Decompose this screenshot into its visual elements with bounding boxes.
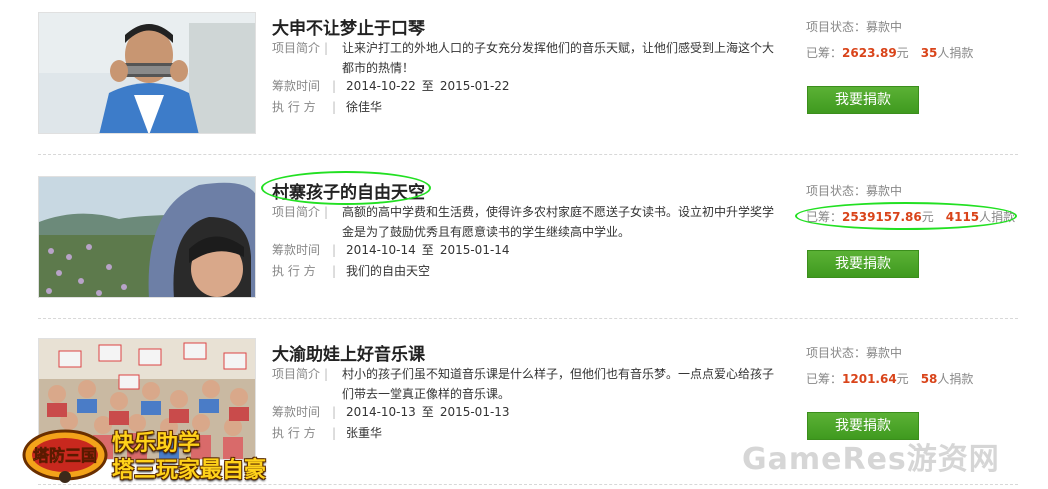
divider [38,484,1018,485]
donors-suffix: 人捐款 [937,46,974,60]
project-period-row: 筹款时间 | 2014-10-14 至 2015-01-14 [272,240,510,260]
game-logo-icon: 塔防三国 [22,425,108,483]
separator: | [332,79,337,93]
game-logo-text: 塔防三国 [33,446,97,465]
date-to: 至 [421,243,434,257]
raised-label: 已筹： [806,372,843,386]
currency-unit: 元 [921,210,934,224]
start-date: 2014-10-14 [346,243,416,257]
executor-name: 徐佳华 [346,100,383,114]
raised-amount: 2623.89 [842,46,897,60]
raised-label: 已筹： [806,46,843,60]
project-title[interactable]: 大渝助娃上好音乐课 [272,340,425,365]
intro-label: 项目简介 [272,367,321,381]
project-executor-row: 执 行 方 | 徐佳华 [272,97,382,117]
raised-amount: 1201.64 [842,372,897,386]
donate-button[interactable]: 我要捐款 [807,250,919,278]
project-thumbnail[interactable] [38,12,256,134]
executor-label: 执 行 方 [272,264,316,278]
period-label: 筹款时间 [272,79,321,93]
separator: | [332,100,337,114]
donors-suffix: 人捐款 [979,210,1016,224]
donors-suffix: 人捐款 [937,372,974,386]
start-date: 2014-10-22 [346,79,416,93]
intro-text: 村小的孩子们虽不知道音乐课是什么样子，但他们也有音乐梦。一点点爱心给孩子们带去一… [342,367,775,401]
donor-count: 58 [920,372,938,386]
divider [38,318,1018,319]
project-thumbnail[interactable] [38,176,256,298]
status-value: 募款中 [866,346,903,360]
status-label: 项目状态： [806,184,867,198]
executor-label: 执 行 方 [272,100,316,114]
end-date: 2015-01-13 [439,405,510,419]
end-date: 2015-01-14 [439,243,510,257]
raised-label: 已筹： [806,210,843,224]
separator: | [332,405,337,419]
separator: | [324,205,329,219]
raised-amount: 2539157.86 [842,210,922,224]
executor-label: 执 行 方 [272,426,316,440]
currency-unit: 元 [896,372,909,386]
executor-name: 张重华 [346,426,383,440]
end-date: 2015-01-22 [439,79,510,93]
project-status: 项目状态：募款中 [806,18,902,35]
project-item-2: 村寨孩子的自由天空 项目简介 | 高额的高中学费和生活费，使得许多农村家庭不愿送… [0,176,1048,336]
status-label: 项目状态： [806,346,867,360]
project-intro-row: 项目简介 | 高额的高中学费和生活费，使得许多农村家庭不愿送子女读书。设立初中升… [272,202,782,242]
donate-button[interactable]: 我要捐款 [807,86,919,114]
intro-label: 项目简介 [272,205,321,219]
period-label: 筹款时间 [272,243,321,257]
project-executor-row: 执 行 方 | 我们的自由天空 [272,261,430,281]
project-title[interactable]: 村寨孩子的自由天空 [272,178,425,203]
status-value: 募款中 [866,20,903,34]
currency-unit: 元 [896,46,909,60]
status-label: 项目状态： [806,20,867,34]
donor-count: 4115 [945,210,980,224]
divider [38,154,1018,155]
raised-summary: 已筹：1201.64元 58人捐款 [806,370,973,387]
project-executor-row: 执 行 方 | 张重华 [272,423,382,443]
period-label: 筹款时间 [272,405,321,419]
project-intro-row: 项目简介 | 村小的孩子们虽不知道音乐课是什么样子，但他们也有音乐梦。一点点爱心… [272,364,782,404]
project-period-row: 筹款时间 | 2014-10-13 至 2015-01-13 [272,402,510,422]
executor-name: 我们的自由天空 [346,264,431,278]
separator: | [324,367,329,381]
project-item-1: 大申不让梦止于口琴 项目简介 | 让来沪打工的外地人口的子女充分发挥他们的音乐天… [0,12,1048,172]
raised-summary: 已筹：2539157.86元 4115人捐款 [806,208,1015,225]
status-value: 募款中 [866,184,903,198]
separator: | [332,426,337,440]
girl-hood-field-photo-icon [39,177,255,297]
separator: | [332,243,337,257]
project-status: 项目状态：募款中 [806,344,902,361]
raised-summary: 已筹：2623.89元 35人捐款 [806,44,973,61]
donor-count: 35 [920,46,938,60]
boy-harmonica-photo-icon [39,13,255,133]
intro-label: 项目简介 [272,41,321,55]
project-period-row: 筹款时间 | 2014-10-22 至 2015-01-22 [272,76,510,96]
watermark: GameRes游资网 [742,442,1000,477]
project-intro-row: 项目简介 | 让来沪打工的外地人口的子女充分发挥他们的音乐天赋，让他们感受到上海… [272,38,782,78]
project-title[interactable]: 大申不让梦止于口琴 [272,14,425,39]
date-to: 至 [421,79,434,93]
project-status: 项目状态：募款中 [806,182,902,199]
promo-line-2: 塔三玩家最自豪 [112,458,267,483]
separator: | [332,264,337,278]
start-date: 2014-10-13 [346,405,416,419]
intro-text: 高额的高中学费和生活费，使得许多农村家庭不愿送子女读书。设立初中升学奖学金是为了… [342,205,775,239]
date-to: 至 [421,405,434,419]
intro-text: 让来沪打工的外地人口的子女充分发挥他们的音乐天赋，让他们感受到上海这个大都市的热… [342,41,775,75]
separator: | [324,41,329,55]
